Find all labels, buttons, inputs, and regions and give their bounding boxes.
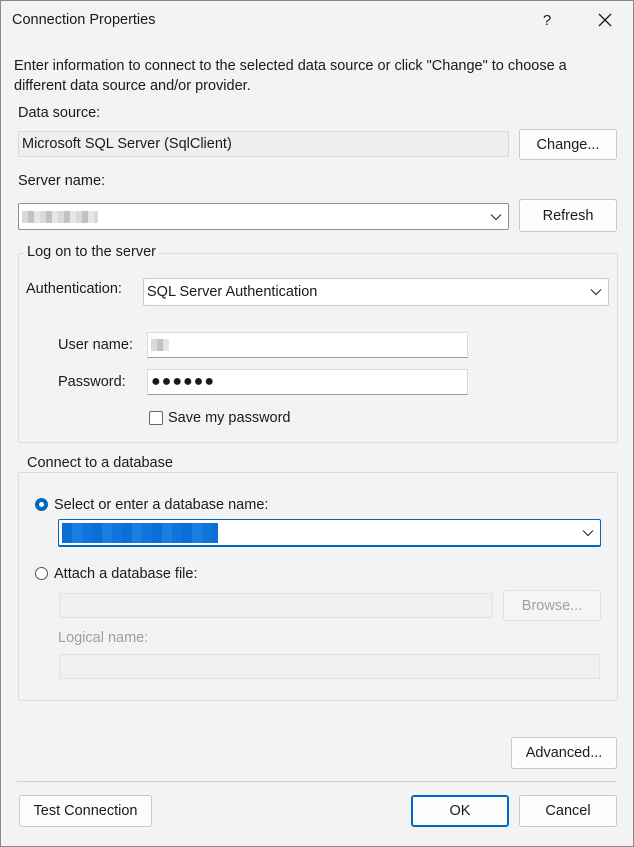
attach-file-input[interactable] <box>59 593 493 618</box>
user-name-label: User name: <box>58 337 133 353</box>
advanced-button[interactable]: Advanced... <box>511 737 617 769</box>
help-button[interactable]: ? <box>529 3 565 37</box>
database-name-combo[interactable] <box>58 519 601 547</box>
authentication-value: SQL Server Authentication <box>147 284 318 300</box>
close-icon <box>598 13 612 27</box>
save-password-label: Save my password <box>168 410 291 426</box>
logical-name-input[interactable] <box>59 654 600 679</box>
test-connection-label: Test Connection <box>33 803 138 819</box>
cancel-button[interactable]: Cancel <box>519 795 617 827</box>
footer-divider <box>17 781 617 782</box>
authentication-combo[interactable]: SQL Server Authentication <box>143 278 609 306</box>
password-value: ●●●●●● <box>151 373 215 390</box>
save-password-checkbox[interactable] <box>149 411 163 425</box>
refresh-button-label: Refresh <box>542 207 594 224</box>
database-name-selection <box>62 523 218 543</box>
ok-button[interactable]: OK <box>411 795 509 827</box>
chevron-down-icon <box>582 530 594 537</box>
title-bar[interactable]: Connection Properties ? <box>1 1 633 39</box>
window-title: Connection Properties <box>12 12 156 28</box>
browse-button-label: Browse... <box>521 597 583 614</box>
attach-database-radio[interactable] <box>35 567 48 580</box>
attach-database-label: Attach a database file: <box>54 566 198 582</box>
intro-text: Enter information to connect to the sele… <box>14 58 567 94</box>
data-source-value: Microsoft SQL Server (SqlClient) <box>22 136 232 152</box>
logical-name-label: Logical name: <box>58 630 149 646</box>
server-name-redacted <box>22 210 98 223</box>
password-label: Password: <box>58 374 126 390</box>
cancel-button-label: Cancel <box>545 803 591 819</box>
authentication-label: Authentication: <box>26 281 122 297</box>
data-source-field: Microsoft SQL Server (SqlClient) <box>18 131 509 157</box>
advanced-button-label: Advanced... <box>525 745 603 761</box>
ok-button-label: OK <box>449 803 471 819</box>
data-source-label: Data source: <box>18 105 101 121</box>
chevron-down-icon <box>590 289 602 296</box>
help-icon: ? <box>542 11 552 29</box>
select-database-radio[interactable] <box>35 498 48 511</box>
chevron-down-icon <box>490 213 502 220</box>
database-group-title: Connect to a database <box>24 455 176 471</box>
connection-properties-dialog: Connection Properties ? Enter informatio… <box>0 0 634 847</box>
user-name-input[interactable] <box>147 332 468 358</box>
browse-button[interactable]: Browse... <box>503 590 601 621</box>
close-button[interactable] <box>587 3 623 37</box>
change-button[interactable]: Change... <box>519 129 617 160</box>
test-connection-button[interactable]: Test Connection <box>19 795 152 827</box>
select-database-label: Select or enter a database name: <box>54 497 269 513</box>
password-input[interactable]: ●●●●●● <box>147 369 468 395</box>
logon-group-title: Log on to the server <box>24 244 159 260</box>
refresh-button[interactable]: Refresh <box>519 199 617 232</box>
change-button-label: Change... <box>536 136 600 153</box>
server-name-label: Server name: <box>18 173 106 189</box>
server-name-combo[interactable] <box>18 203 509 230</box>
user-name-redacted <box>151 339 169 351</box>
